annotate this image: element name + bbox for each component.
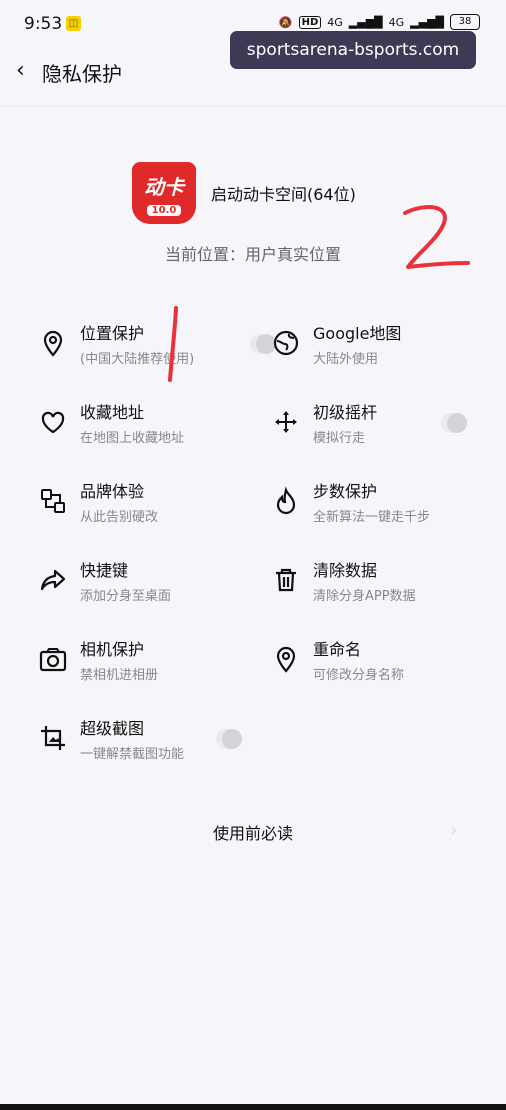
feature-subtitle: 大陆外使用: [313, 352, 379, 367]
feature-shortcut[interactable]: 快捷键 添加分身至桌面: [38, 557, 278, 617]
globe-icon: [273, 330, 299, 356]
feature-subtitle: 一键解禁截图功能: [80, 747, 185, 762]
app-logo-version: 10.0: [147, 205, 181, 216]
app-name: 启动动卡空间(64位): [211, 185, 356, 204]
hd-icon: HD: [298, 15, 322, 29]
feature-step-protect[interactable]: 步数保护 全新算法一键走千步: [271, 478, 506, 538]
location-pin-icon: [43, 330, 63, 357]
heart-icon: [41, 411, 65, 434]
feature-subtitle: 可修改分身名称: [313, 668, 405, 683]
network-label-1: 4G: [327, 15, 343, 29]
feature-title: 步数保护: [313, 482, 378, 501]
feature-brand-experience[interactable]: 品牌体验 从此告别硬改: [38, 478, 278, 538]
feature-title: 重命名: [313, 640, 362, 659]
annotation-mark-1: [168, 306, 178, 382]
feature-title: 收藏地址: [80, 403, 145, 422]
feature-title: 位置保护: [80, 324, 145, 343]
feature-title: 品牌体验: [80, 482, 145, 501]
feature-rename[interactable]: 重命名 可修改分身名称: [271, 636, 506, 696]
feature-joystick[interactable]: 初级摇杆 模拟行走: [271, 399, 506, 459]
feature-title: 清除数据: [313, 561, 378, 580]
feature-clear-data[interactable]: 清除数据 清除分身APP数据: [271, 557, 506, 617]
back-chevron-icon[interactable]: ‹: [16, 58, 25, 83]
feature-subtitle: 在地图上收藏地址: [80, 431, 185, 446]
feature-subtitle: 从此告别硬改: [80, 510, 159, 525]
signal-icon: ▂▄▆█: [410, 15, 444, 29]
app-logo-text: 动卡: [144, 175, 184, 199]
feature-subtitle: 清除分身APP数据: [313, 589, 416, 604]
feature-subtitle: 添加分身至桌面: [80, 589, 172, 604]
location-pin-icon: [276, 646, 296, 673]
screenshot-crop-icon: [41, 726, 65, 750]
feature-subtitle: 全新算法一键走千步: [313, 510, 431, 525]
brand-swap-icon: [41, 489, 65, 513]
feature-google-map[interactable]: Google地图 大陆外使用: [271, 320, 506, 380]
feature-camera-protect[interactable]: 相机保护 禁相机进相册: [38, 636, 278, 696]
feature-subtitle: 禁相机进相册: [80, 668, 159, 683]
battery-icon: 38: [450, 14, 480, 30]
annotation-mark-2: [403, 205, 470, 269]
feature-subtitle: 模拟行走: [313, 431, 366, 446]
feature-title: 快捷键: [80, 561, 129, 580]
status-time: 9:53: [24, 14, 63, 34]
toggle-switch[interactable]: [216, 729, 242, 749]
signal-icon: ▂▄▆█: [348, 15, 383, 29]
feature-title: Google地图: [313, 324, 402, 343]
page-title: 隐私保护: [42, 62, 122, 86]
feature-title: 超级截图: [80, 719, 145, 738]
feature-saved-address[interactable]: 收藏地址 在地图上收藏地址: [38, 399, 278, 459]
trash-icon: [276, 568, 296, 592]
network-label-2: 4G: [388, 15, 405, 29]
header-divider: [0, 106, 506, 107]
read-first-link[interactable]: 使用前必读: [0, 820, 506, 844]
feature-location-protect[interactable]: 位置保护 (中国大陆推荐使用): [38, 320, 278, 380]
app-logo: 动卡 10.0: [132, 162, 196, 224]
camera-icon: [39, 648, 67, 672]
flame-icon: [276, 486, 296, 515]
feature-super-screenshot[interactable]: 超级截图 一键解禁截图功能: [38, 715, 278, 775]
share-arrow-icon: [40, 569, 66, 591]
feature-title: 相机保护: [80, 640, 145, 659]
bottom-nav-bar: [0, 1104, 506, 1110]
notification-icon: ◫: [66, 16, 81, 31]
feature-title: 初级摇杆: [313, 403, 378, 422]
mute-icon: 🔕: [278, 15, 293, 29]
status-icons: 🔕 HD 4G ▂▄▆█ 4G ▂▄▆█ 38: [279, 14, 480, 30]
watermark: sportsarena-bsports.com: [230, 31, 476, 69]
move-arrows-icon: [275, 411, 297, 433]
toggle-switch[interactable]: [441, 413, 467, 433]
chevron-right-icon[interactable]: ›: [450, 820, 457, 841]
